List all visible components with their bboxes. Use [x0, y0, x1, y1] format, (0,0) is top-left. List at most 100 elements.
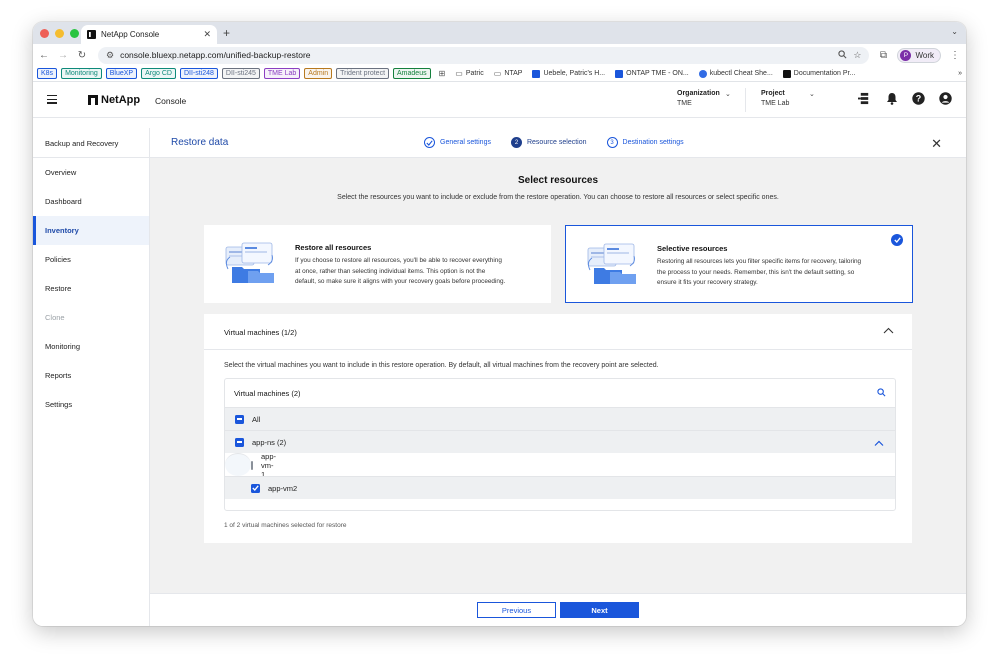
- organization-selector[interactable]: Organization TME ⌄: [677, 90, 737, 107]
- bookmark-link[interactable]: ▭ Patric: [455, 69, 483, 78]
- namespace-group-checkbox[interactable]: [235, 437, 244, 447]
- minimize-window-button[interactable]: [55, 29, 64, 38]
- bookmark-chip[interactable]: TME Lab: [263, 68, 301, 79]
- apps-grid-icon[interactable]: ⊞: [439, 69, 446, 78]
- card-description-line: Restoring all resources lets you filter …: [657, 258, 862, 265]
- zoom-icon[interactable]: [838, 49, 847, 61]
- reload-icon[interactable]: ↻: [77, 50, 87, 61]
- card-description-line: at once, rather than selecting individua…: [295, 267, 486, 275]
- sidebar-item-dashboard[interactable]: Dashboard: [33, 187, 149, 216]
- bookmark-chip[interactable]: Trident protect: [336, 68, 390, 79]
- connector-icon[interactable]: [858, 92, 871, 105]
- site-settings-icon[interactable]: ⚙: [106, 50, 114, 61]
- card-description-line: the process to your needs. Remember, thi…: [657, 268, 855, 276]
- vm-row[interactable]: app-vm2: [225, 476, 895, 499]
- bookmark-link[interactable]: kubectl Cheat She...: [698, 69, 773, 78]
- browser-window: NetApp Console ✕ + ⌄ ← → ↻ ⚙ console.blu…: [33, 22, 966, 626]
- bookmark-chip[interactable]: Amadeus: [393, 68, 431, 79]
- select-all-row[interactable]: All: [225, 407, 895, 430]
- bookmark-star-icon[interactable]: ☆: [853, 50, 861, 61]
- project-selector[interactable]: Project TME Lab ⌄: [761, 90, 821, 107]
- more-bookmarks-icon[interactable]: »: [958, 70, 962, 77]
- bookmark-chip[interactable]: Argo CD: [141, 68, 176, 79]
- sidebar-item-inventory[interactable]: Inventory: [33, 216, 149, 245]
- step-number-circle: 3: [606, 137, 618, 148]
- divider: [204, 349, 912, 350]
- sidebar-item-overview[interactable]: Overview: [33, 158, 149, 187]
- selective-resources-card[interactable]: Selective resources Restoring all resourc…: [565, 225, 913, 303]
- bookmark-chip[interactable]: DII-sti245: [221, 68, 260, 79]
- bookmark-chip[interactable]: Monitoring: [61, 68, 102, 79]
- maximize-window-button[interactable]: [70, 29, 79, 38]
- profile-label: Work: [915, 50, 934, 60]
- bookmark-link[interactable]: ▭ NTAP: [494, 69, 523, 78]
- wizard-footer: Previous Next: [150, 593, 966, 626]
- chevron-up-icon[interactable]: [883, 326, 894, 336]
- organization-value: TME: [677, 100, 692, 107]
- folder-icon: ▭: [493, 69, 502, 78]
- profile-button[interactable]: P Work: [897, 47, 941, 63]
- url-bar[interactable]: ⚙ console.bluexp.netapp.com/unified-back…: [98, 46, 870, 64]
- selection-summary: 1 of 2 virtual machines selected for res…: [224, 522, 347, 529]
- namespace-group-row[interactable]: app-ns (2): [225, 430, 895, 453]
- sidebar-item-monitoring[interactable]: Monitoring: [33, 332, 149, 361]
- extensions-icon[interactable]: ⧉: [878, 50, 888, 61]
- card-description-line: If you choose to restore all resources, …: [295, 257, 502, 264]
- section-title: Select resources: [517, 175, 599, 186]
- header-icons: ?: [858, 92, 952, 105]
- bookmark-link[interactable]: Uebele, Patric's H...: [532, 69, 605, 78]
- wizard-step-label: Resource selection: [526, 139, 587, 146]
- bookmarks-bar: K8s Monitoring BlueXP Argo CD DII-sti248 DII-…: [33, 66, 966, 82]
- bookmark-link[interactable]: Documentation Pr...: [782, 69, 855, 78]
- help-icon[interactable]: ?: [912, 92, 925, 105]
- sidebar-item-restore[interactable]: Restore: [33, 274, 149, 303]
- new-tab-icon[interactable]: +: [223, 26, 230, 40]
- bookmark-chip[interactable]: DII-sti248: [179, 68, 218, 79]
- bookmark-chip[interactable]: BlueXP: [105, 68, 138, 79]
- search-icon[interactable]: [877, 387, 886, 399]
- bookmark-chip[interactable]: Admin: [304, 68, 333, 79]
- wizard-step-2[interactable]: 2 Resource selection: [510, 137, 587, 148]
- bookmark-link[interactable]: ONTAP TME - ON...: [615, 69, 689, 78]
- vm-table-header: Virtual machines (2): [225, 379, 895, 407]
- previous-button[interactable]: Previous: [477, 602, 556, 618]
- restore-all-card[interactable]: Restore all resources If you choose to re…: [204, 225, 551, 303]
- jira-icon: [532, 69, 541, 78]
- netapp-logo[interactable]: NetApp: [88, 94, 140, 106]
- sidebar-item-policies[interactable]: Policies: [33, 245, 149, 274]
- project-value: TME Lab: [761, 100, 790, 107]
- vm-checkbox[interactable]: [251, 483, 260, 493]
- close-wizard-icon[interactable]: ✕: [931, 136, 942, 152]
- user-account-icon[interactable]: [939, 92, 952, 105]
- jira-icon: [615, 69, 624, 78]
- checkmark-circle-icon: [424, 137, 435, 148]
- vm-checkbox[interactable]: [251, 460, 253, 470]
- url-text[interactable]: console.bluexp.netapp.com/unified-backup…: [120, 50, 832, 60]
- chevron-up-icon[interactable]: [874, 439, 884, 448]
- tab-search-chevron-icon[interactable]: ⌄: [951, 27, 958, 36]
- vm-name: app-vm2: [268, 483, 298, 493]
- browser-tab[interactable]: NetApp Console ✕: [81, 25, 217, 44]
- bookmark-chip[interactable]: K8s: [37, 68, 58, 79]
- k8s-icon: [698, 69, 707, 78]
- next-button[interactable]: Next: [560, 602, 639, 618]
- select-all-checkbox[interactable]: [235, 414, 244, 424]
- forward-arrow-icon[interactable]: →: [58, 50, 68, 61]
- close-window-button[interactable]: [40, 29, 49, 38]
- sidebar-item-reports[interactable]: Reports: [33, 361, 149, 390]
- select-all-label: All: [252, 414, 261, 424]
- vm-panel-description: Select the virtual machines you want to …: [224, 362, 659, 369]
- wizard-step-1[interactable]: General settings: [424, 137, 491, 148]
- profile-avatar: P: [900, 49, 912, 61]
- back-arrow-icon[interactable]: ←: [39, 50, 49, 61]
- hamburger-menu-icon[interactable]: [47, 95, 57, 106]
- browser-menu-icon[interactable]: ⋮: [950, 50, 960, 61]
- close-tab-icon[interactable]: ✕: [203, 29, 211, 40]
- wizard-step-3[interactable]: 3 Destination settings: [606, 137, 684, 148]
- sidebar-item-settings[interactable]: Settings: [33, 390, 149, 419]
- notifications-bell-icon[interactable]: [885, 92, 898, 105]
- header-divider: [745, 88, 746, 112]
- wizard-steps: General settings 2 Resource selection 3 Dest…: [424, 137, 684, 148]
- vm-row[interactable]: app-vm-1: [225, 452, 276, 479]
- address-bar-row: ← → ↻ ⚙ console.bluexp.netapp.com/unifie…: [33, 44, 966, 66]
